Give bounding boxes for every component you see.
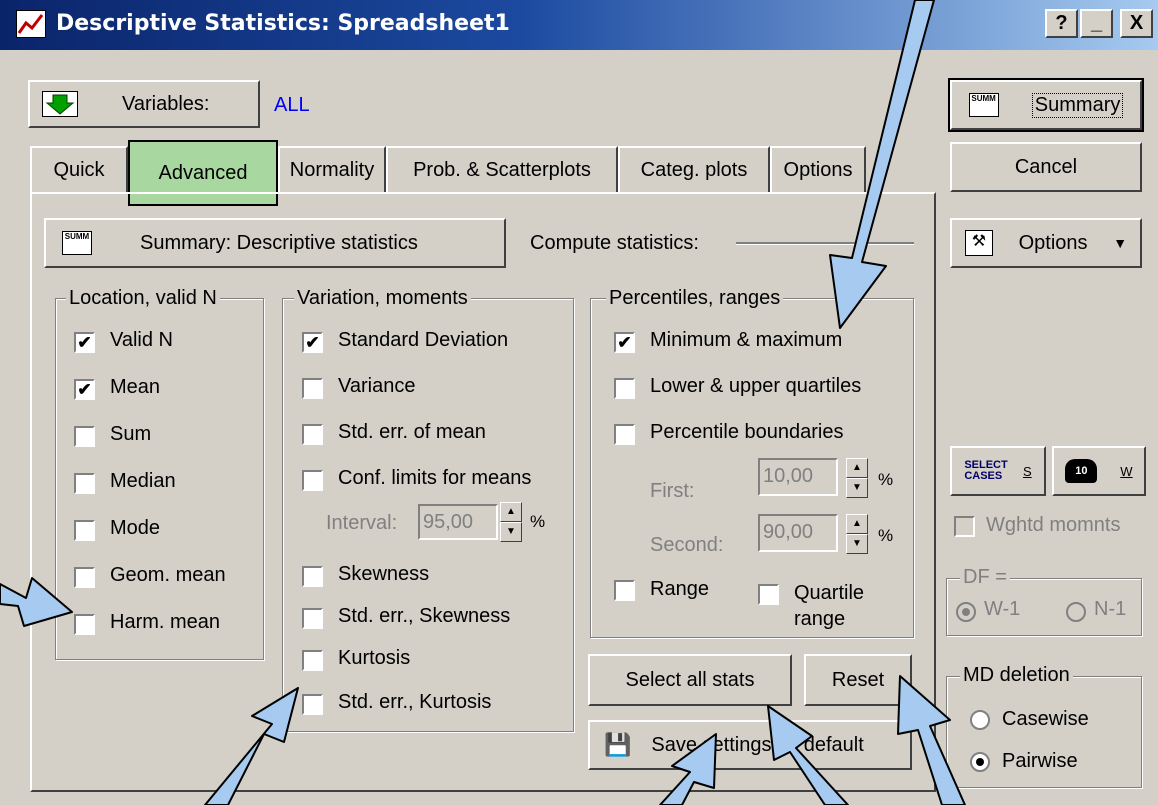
arrow-to-reset — [897, 675, 966, 805]
arrow-to-min-max — [829, 0, 935, 329]
dialog-window: Descriptive Statistics: Spreadsheet1 ? _… — [0, 0, 1158, 805]
arrow-to-std-err-kurtosis — [204, 687, 299, 805]
arrow-to-select-all — [767, 705, 849, 805]
annotation-arrows — [0, 0, 966, 805]
arrow-to-save-settings — [659, 733, 717, 805]
arrow-to-harm-mean — [0, 577, 73, 627]
